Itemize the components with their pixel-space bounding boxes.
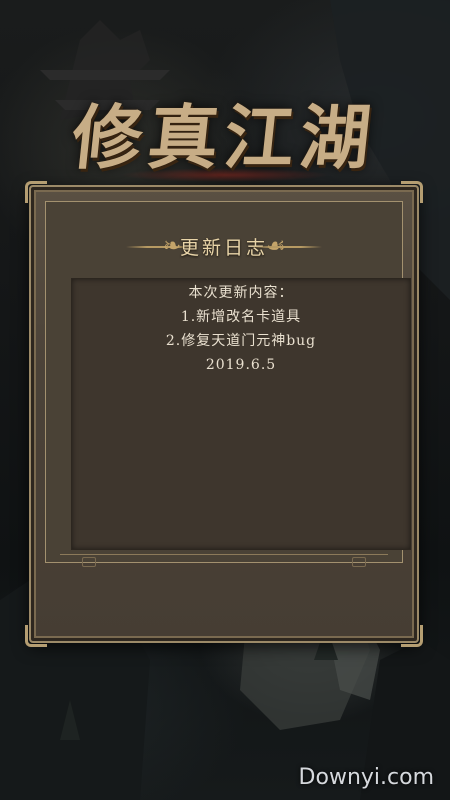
note-item: 1.新增改名卡道具	[180, 309, 302, 325]
corner-ornament	[401, 181, 423, 203]
scroll-footer	[60, 554, 388, 568]
note-item: 2.修复天道门元神bug	[165, 333, 317, 349]
notes-date: 2019.6.5	[205, 357, 277, 373]
game-title-logo: 修真江湖	[68, 96, 381, 179]
scroll-ornament	[82, 557, 96, 567]
dialog-inner-frame: ❧ 更新日志 ☙ 本次更新内容： 1.新增改名卡道具 2.修复天道门元神bug …	[45, 201, 411, 567]
dialog-header: ❧ 更新日志 ☙	[46, 226, 402, 266]
scroll-ornament	[352, 557, 366, 567]
corner-ornament	[25, 181, 47, 203]
notes-heading: 本次更新内容：	[188, 285, 294, 301]
update-notes-scroll-area[interactable]: 本次更新内容： 1.新增改名卡道具 2.修复天道门元神bug 2019.6.5	[71, 278, 411, 550]
header-divider-right	[252, 246, 322, 248]
corner-ornament	[401, 625, 423, 647]
watermark: Downyi.com	[298, 765, 434, 790]
corner-ornament	[25, 625, 47, 647]
update-log-dialog: ❧ 更新日志 ☙ 本次更新内容： 1.新增改名卡道具 2.修复天道门元神bug …	[25, 181, 423, 647]
dialog-title: 更新日志	[179, 237, 268, 259]
